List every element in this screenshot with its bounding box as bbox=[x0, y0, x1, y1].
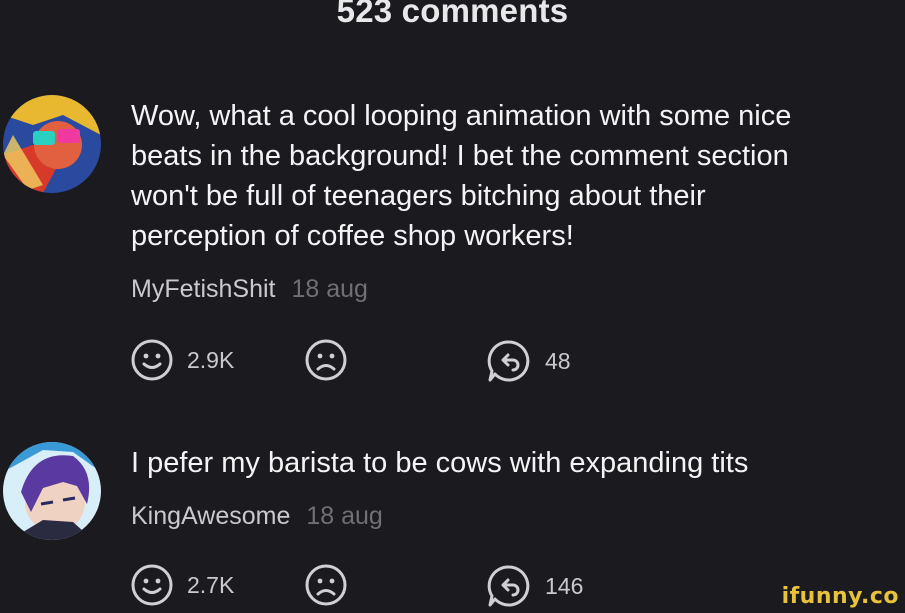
dislike-action bbox=[305, 339, 347, 381]
comment-author[interactable]: MyFetishShit bbox=[131, 275, 275, 303]
comment-date: 18 aug bbox=[306, 502, 383, 530]
frown-icon[interactable] bbox=[305, 339, 347, 381]
comment-meta: KingAwesome 18 aug bbox=[131, 502, 383, 531]
like-action: 2.7K bbox=[131, 564, 234, 606]
comment-meta: MyFetishShit 18 aug bbox=[131, 275, 368, 304]
like-count: 2.7K bbox=[187, 571, 235, 598]
like-action: 2.9K bbox=[131, 339, 234, 381]
reply-action: 146 bbox=[487, 564, 583, 608]
frown-icon[interactable] bbox=[305, 564, 347, 606]
smile-icon[interactable] bbox=[131, 339, 173, 381]
reply-arrow-icon[interactable] bbox=[487, 339, 531, 383]
comments-screen: 523 comments Wow, what a cool looping an… bbox=[0, 0, 905, 613]
smile-icon[interactable] bbox=[131, 564, 173, 606]
dislike-action bbox=[305, 564, 347, 606]
reply-count: 48 bbox=[545, 347, 571, 374]
comment-text: Wow, what a cool looping animation with … bbox=[131, 100, 792, 252]
comment-text: I pefer my barista to be cows with expan… bbox=[131, 447, 749, 479]
comment-author[interactable]: KingAwesome bbox=[131, 502, 290, 530]
reply-arrow-icon[interactable] bbox=[487, 564, 531, 608]
like-count: 2.9K bbox=[187, 346, 235, 373]
avatar[interactable] bbox=[3, 95, 101, 193]
reply-count: 146 bbox=[545, 572, 584, 599]
comments-count-title: 523 comments bbox=[336, 0, 569, 29]
avatar[interactable] bbox=[3, 442, 101, 540]
ifunny-watermark: ifunny.co bbox=[781, 584, 899, 609]
comment-date: 18 aug bbox=[291, 275, 368, 303]
reply-action: 48 bbox=[487, 339, 571, 383]
